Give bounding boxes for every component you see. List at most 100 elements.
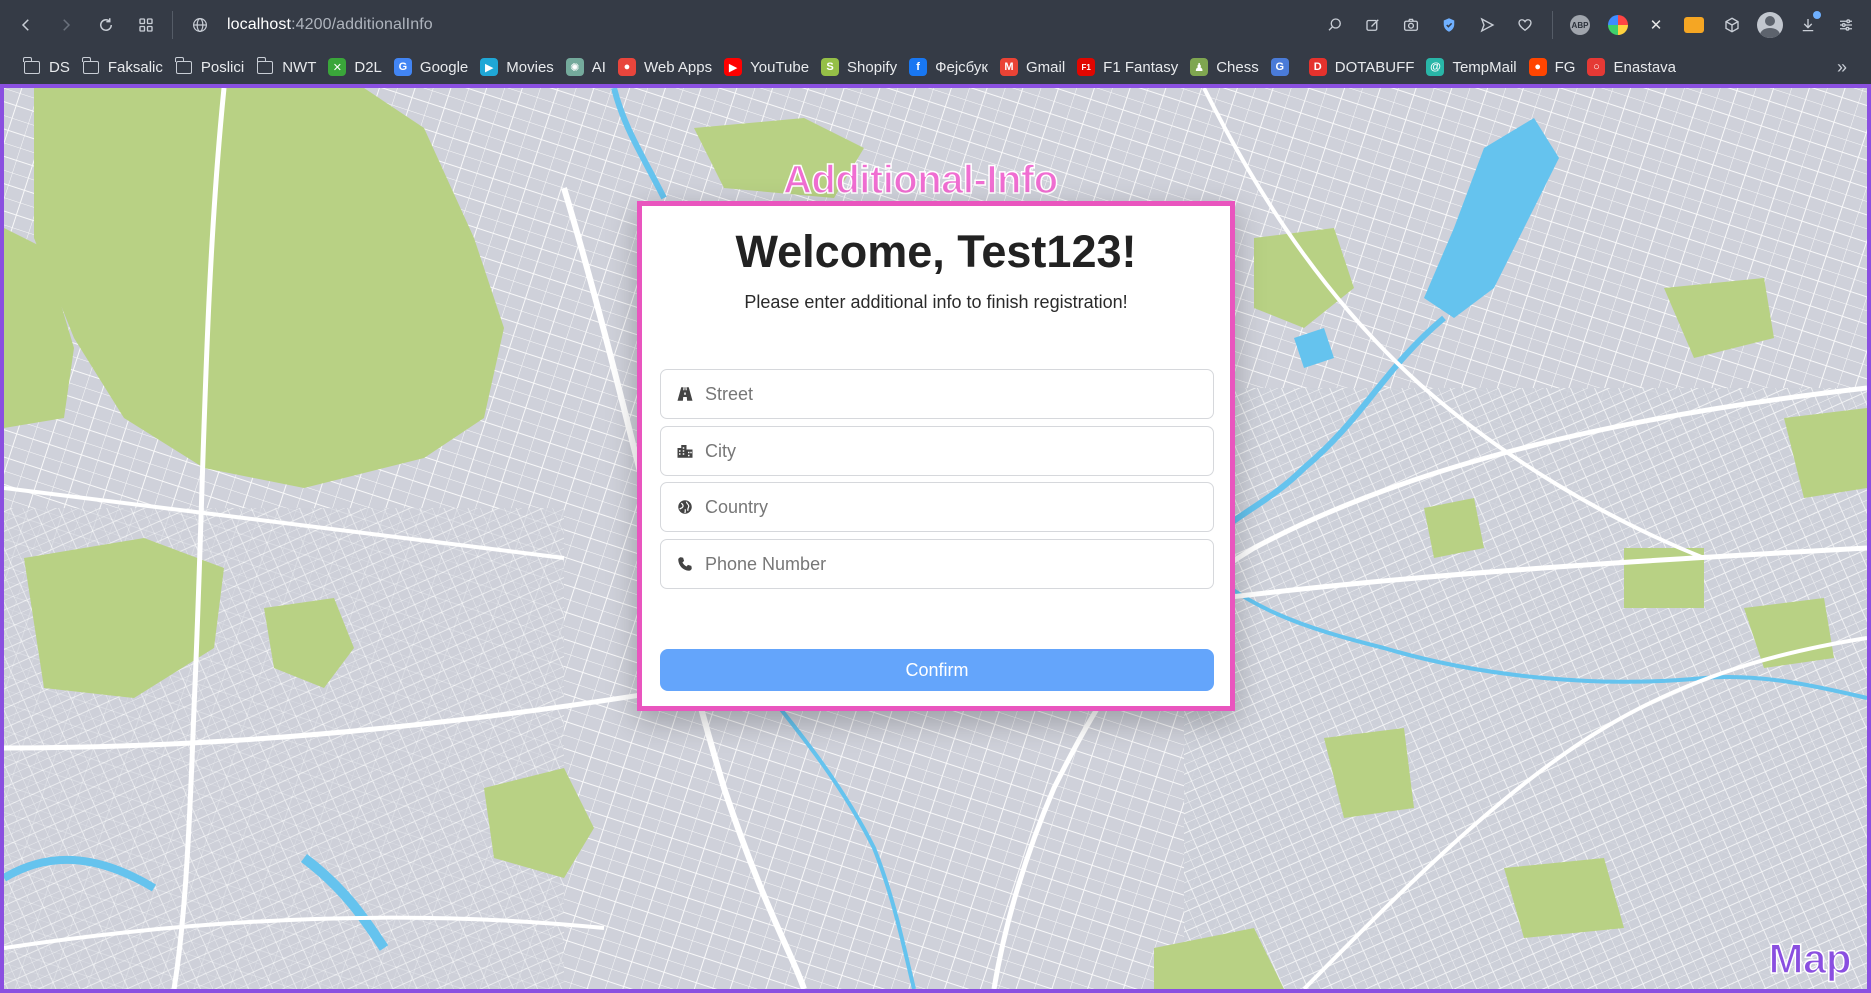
bookmark-item[interactable]: ▶ YouTube [721,53,818,81]
color-wheel-icon [1608,15,1628,35]
welcome-title: Welcome, Test123! [735,226,1137,277]
download-icon [1802,19,1814,32]
screenshot-button[interactable] [1392,5,1430,45]
favorites-button[interactable] [1506,5,1544,45]
facebook-icon: f [909,58,928,76]
settings-button[interactable] [1827,5,1865,45]
bookmark-label: Google [419,58,469,76]
more-bookmarks-chevron-icon[interactable]: » [1837,57,1847,78]
vpn-extension-button[interactable] [1430,5,1468,45]
pencil-icon [1366,19,1379,31]
x-icon: ✕ [1649,17,1663,34]
bookmark-label: Shopify [847,58,898,76]
bookmark-item[interactable]: ♟ Chess [1187,53,1268,81]
folder-icon [256,56,274,76]
bookmark-label: D2L [354,58,382,76]
bookmark-item[interactable]: G Google [391,53,477,81]
bookmark-item[interactable]: S Shopify [818,53,906,81]
zoom-search-icon [1328,18,1341,31]
address-bar[interactable]: localhost:4200/additionalInfo [185,7,1316,43]
camera-icon [1403,18,1419,31]
bookmark-item[interactable]: DS [20,53,79,81]
forward-arrow-icon [63,19,71,31]
back-arrow-icon [21,19,29,31]
color-extension-button[interactable] [1599,5,1637,45]
phone-icon [675,554,695,574]
bookmark-item[interactable]: ○ Enastava [1584,53,1685,81]
bookmark-item[interactable]: ● Web Apps [615,53,721,81]
toolbar-separator [172,11,173,39]
adblock-extension-button[interactable]: ABP [1561,5,1599,45]
bookmark-item[interactable]: F1 F1 Fantasy [1074,53,1187,81]
tempmail-icon: @ [1426,58,1445,76]
bookmark-item[interactable]: f Фејсбук [906,53,997,81]
webapps-icon: ● [617,58,636,76]
grid-icon [139,18,153,32]
gmail-icon: M [1000,58,1018,76]
bookmark-item[interactable]: Faksalic [79,53,172,81]
bookmark-item[interactable]: @ TempMail [1423,53,1525,81]
additional-info-card: Welcome, Test123! Please enter additiona… [637,201,1235,711]
bookmark-label: AI [591,58,606,76]
toolbar-separator-2 [1552,11,1553,39]
street-field[interactable] [660,369,1214,419]
cube-icon [1725,17,1739,33]
city-field[interactable] [660,426,1214,476]
back-button[interactable] [6,5,46,45]
edit-button[interactable] [1354,5,1392,45]
bookmark-item[interactable]: Poslici [172,53,253,81]
phone-field[interactable] [660,539,1214,589]
bookmark-item[interactable]: D DOTABUFF [1306,53,1424,81]
search-page-button[interactable] [1316,5,1354,45]
bookmark-label: Gmail [1026,58,1066,76]
reddit-icon: ● [1528,58,1547,76]
dotabuff-icon: D [1308,58,1327,76]
bookmark-label: Chess [1216,58,1259,76]
bookmark-label: Movies [506,58,554,76]
tabs-grid-button[interactable] [126,5,166,45]
chess-icon: ♟ [1190,58,1209,76]
google-icon: G [393,58,412,76]
x-extension-button[interactable]: ✕ [1637,5,1675,45]
bookmark-label: Enastava [1613,58,1677,76]
youtube-icon: ▶ [724,58,743,76]
folder-icon [82,56,100,76]
map-label: Map [1768,934,1852,983]
toolbar-right-icons: ABP ✕ [1316,5,1865,45]
confirm-button[interactable]: Confirm [660,649,1214,691]
country-field[interactable] [660,482,1214,532]
bookmark-item[interactable]: NWT [253,53,325,81]
extensions-button[interactable] [1713,5,1751,45]
bookmark-item[interactable]: ✺ AI [563,53,615,81]
folder-icon [23,56,41,76]
orange-extension-button[interactable] [1675,5,1713,45]
bookmark-label: YouTube [750,58,810,76]
browser-toolbar: localhost:4200/additionalInfo ABP ✕ [0,0,1871,50]
url-host: localhost [227,16,292,33]
sliders-icon [1840,19,1852,31]
send-icon [1480,17,1495,33]
send-button[interactable] [1468,5,1506,45]
country-input[interactable] [705,496,1185,518]
city-icon [675,441,695,461]
bookmark-item[interactable]: ● FG [1526,53,1585,81]
bookmark-label: Фејсбук [935,58,988,76]
phone-input[interactable] [705,553,1185,575]
profile-button[interactable] [1751,5,1789,45]
bookmark-item[interactable]: G [1268,53,1306,81]
bookmark-item[interactable]: ✕ D2L [325,53,391,81]
bookmark-item[interactable]: M Gmail [997,53,1074,81]
enastava-icon: ○ [1587,58,1606,76]
bookmark-item[interactable]: ▶ Movies [477,53,563,81]
f1-icon: F1 [1077,58,1096,76]
extension-badge-icon [1684,17,1704,33]
d2l-icon: ✕ [328,58,347,76]
translate-icon: G [1270,58,1289,76]
reload-button[interactable] [86,5,126,45]
city-input[interactable] [705,440,1185,462]
downloads-button[interactable] [1789,5,1827,45]
bookmark-label: FG [1554,58,1576,76]
shopify-icon: S [821,58,840,76]
forward-button[interactable] [46,5,86,45]
street-input[interactable] [705,383,1185,405]
